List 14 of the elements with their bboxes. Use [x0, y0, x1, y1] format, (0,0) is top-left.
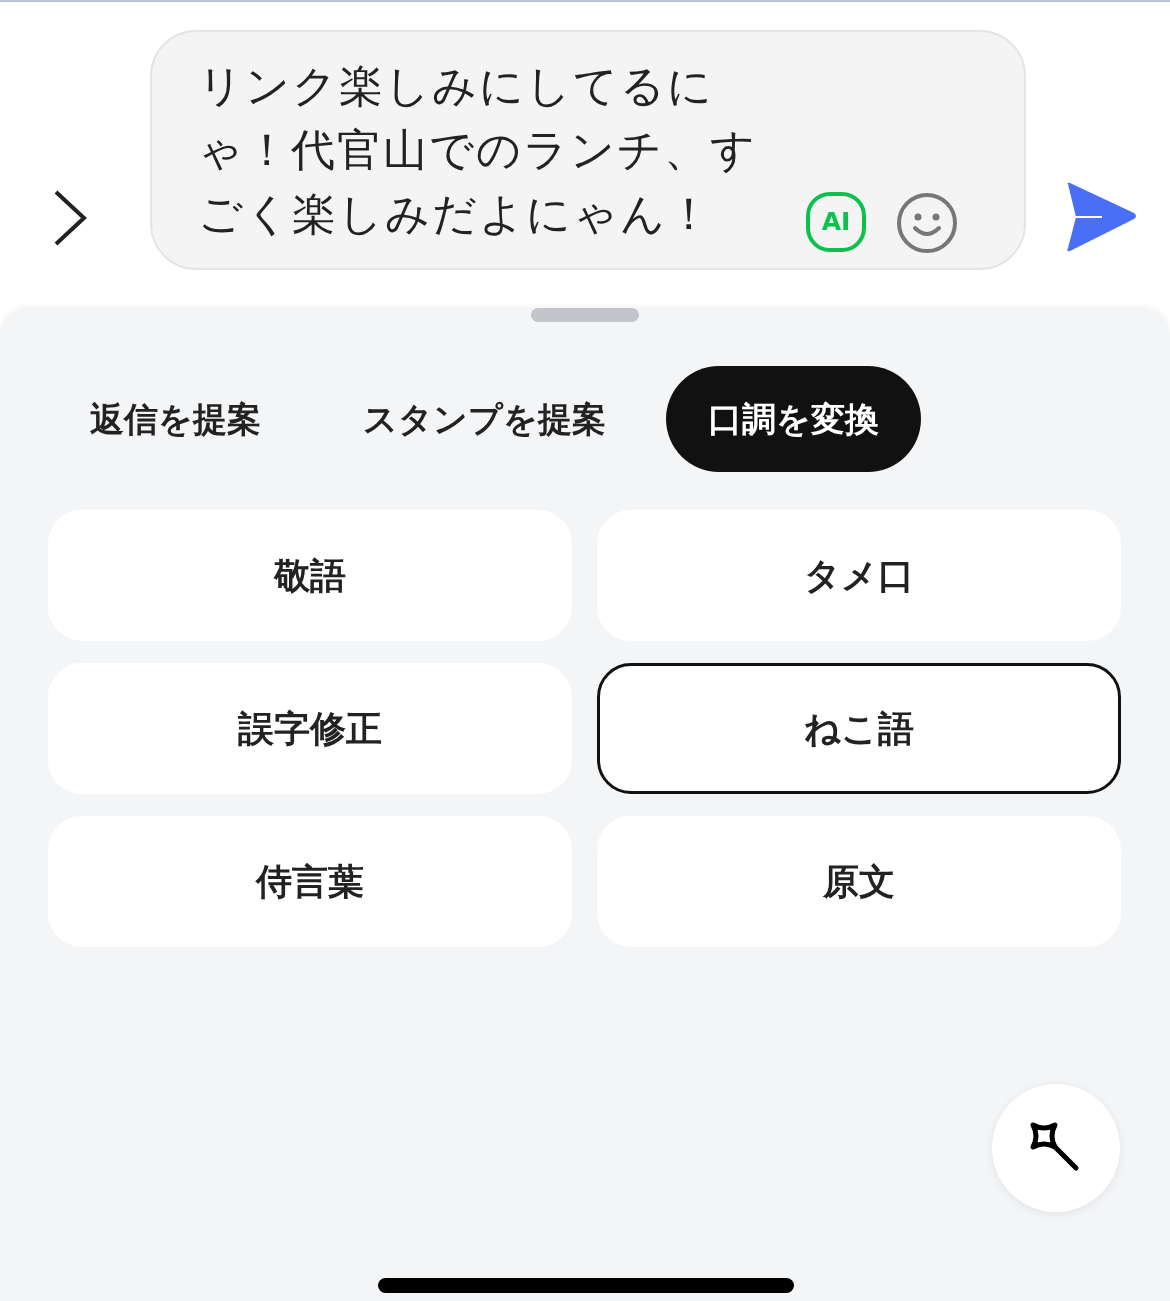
tab[interactable]: 返信を提案 [48, 366, 303, 472]
tone-option[interactable]: 敬語 [48, 510, 572, 641]
tone-option[interactable]: 誤字修正 [48, 663, 572, 794]
tone-option[interactable]: ねこ語 [597, 663, 1121, 794]
message-field[interactable]: リンク楽しみにしてるにゃ！代官山でのランチ、すごく楽しみだよにゃん！ AI [150, 30, 1026, 270]
emoji-icon[interactable] [896, 192, 958, 254]
tone-option[interactable]: タメ口 [597, 510, 1121, 641]
drag-handle[interactable] [531, 308, 639, 322]
tone-option[interactable]: 原文 [597, 816, 1121, 947]
tab[interactable]: 口調を変換 [666, 366, 921, 472]
tab[interactable]: スタンプを提案 [321, 366, 648, 472]
tone-option[interactable]: 侍言葉 [48, 816, 572, 947]
message-text: リンク楽しみにしてるにゃ！代官山でのランチ、すごく楽しみだよにゃん！ [198, 59, 758, 241]
send-icon[interactable] [1064, 180, 1138, 254]
